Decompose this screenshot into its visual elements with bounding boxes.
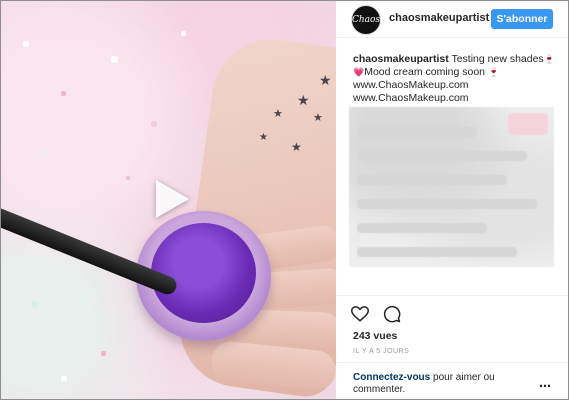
blurred-line	[357, 127, 477, 137]
caption-link[interactable]: www.ChaosMakeup.com	[353, 79, 563, 92]
glitter-sparkle	[101, 351, 106, 356]
glitter-sparkle	[151, 121, 157, 127]
login-prompt: Connectez-vous pour aimer ou commenter.	[353, 372, 523, 396]
glitter-sparkle	[111, 56, 118, 63]
star-tattoo-icon: ★	[259, 132, 268, 143]
glitter-sparkle	[23, 41, 29, 47]
glitter-sparkle	[31, 301, 38, 308]
more-options-icon[interactable]: ⋯	[539, 380, 552, 392]
heart-icon[interactable]	[351, 305, 369, 323]
caption-text-1: Testing new shades	[451, 53, 544, 65]
blurred-line	[357, 247, 517, 257]
blurred-line	[357, 199, 537, 209]
star-tattoo-icon: ★	[291, 140, 302, 154]
username-link[interactable]: chaosmakeupartist	[389, 12, 489, 24]
glitter-sparkle	[61, 376, 67, 382]
instagram-post-frame: ★ ★ ★ ★ ★ ★ Chaos chaosmakeupartist S'ab…	[0, 0, 569, 400]
play-button[interactable]	[148, 175, 196, 223]
glitter-sparkle	[181, 31, 186, 36]
divider	[337, 362, 568, 363]
login-link[interactable]: Connectez-vous	[353, 372, 430, 383]
star-tattoo-icon: ★	[273, 108, 283, 120]
post-caption: chaosmakeupartist Testing new shades🍷 💗M…	[353, 53, 563, 105]
heart-emoji-icon: 💗	[353, 67, 365, 77]
glitter-sparkle	[61, 91, 66, 96]
play-icon	[156, 180, 189, 218]
caption-link[interactable]: www.ChaosMakeup.com	[353, 92, 563, 105]
glitter-sparkle	[126, 176, 130, 180]
caption-text-2: Mood cream coming soon	[364, 66, 486, 78]
video-player[interactable]: ★ ★ ★ ★ ★ ★	[1, 1, 336, 399]
star-tattoo-icon: ★	[313, 112, 323, 124]
star-tattoo-icon: ★	[297, 92, 310, 108]
blurred-highlight	[508, 113, 548, 135]
purple-pigment	[151, 223, 256, 323]
caption-username[interactable]: chaosmakeupartist	[353, 53, 449, 65]
post-sidebar: Chaos chaosmakeupartist S'abonner chaosm…	[337, 1, 568, 399]
wine-glass-icon: 🍷	[487, 67, 500, 77]
post-timestamp: IL Y A 5 JOURS	[353, 348, 410, 355]
post-actions	[351, 305, 401, 325]
wine-glass-icon: 🍷	[543, 54, 555, 64]
glitter-sparkle	[41, 151, 46, 156]
star-tattoo-icon: ★	[319, 72, 332, 88]
follow-button[interactable]: S'abonner	[491, 9, 553, 29]
blurred-line	[357, 175, 507, 185]
blurred-comments-area	[349, 107, 554, 267]
blurred-line	[357, 151, 527, 161]
view-count[interactable]: 243 vues	[353, 330, 397, 342]
avatar-logo-text: Chaos	[351, 15, 381, 25]
post-header: Chaos chaosmakeupartist S'abonner	[337, 1, 568, 38]
divider	[337, 295, 568, 296]
blurred-line	[357, 223, 487, 233]
avatar[interactable]: Chaos	[351, 5, 381, 35]
comment-icon[interactable]	[383, 305, 401, 323]
